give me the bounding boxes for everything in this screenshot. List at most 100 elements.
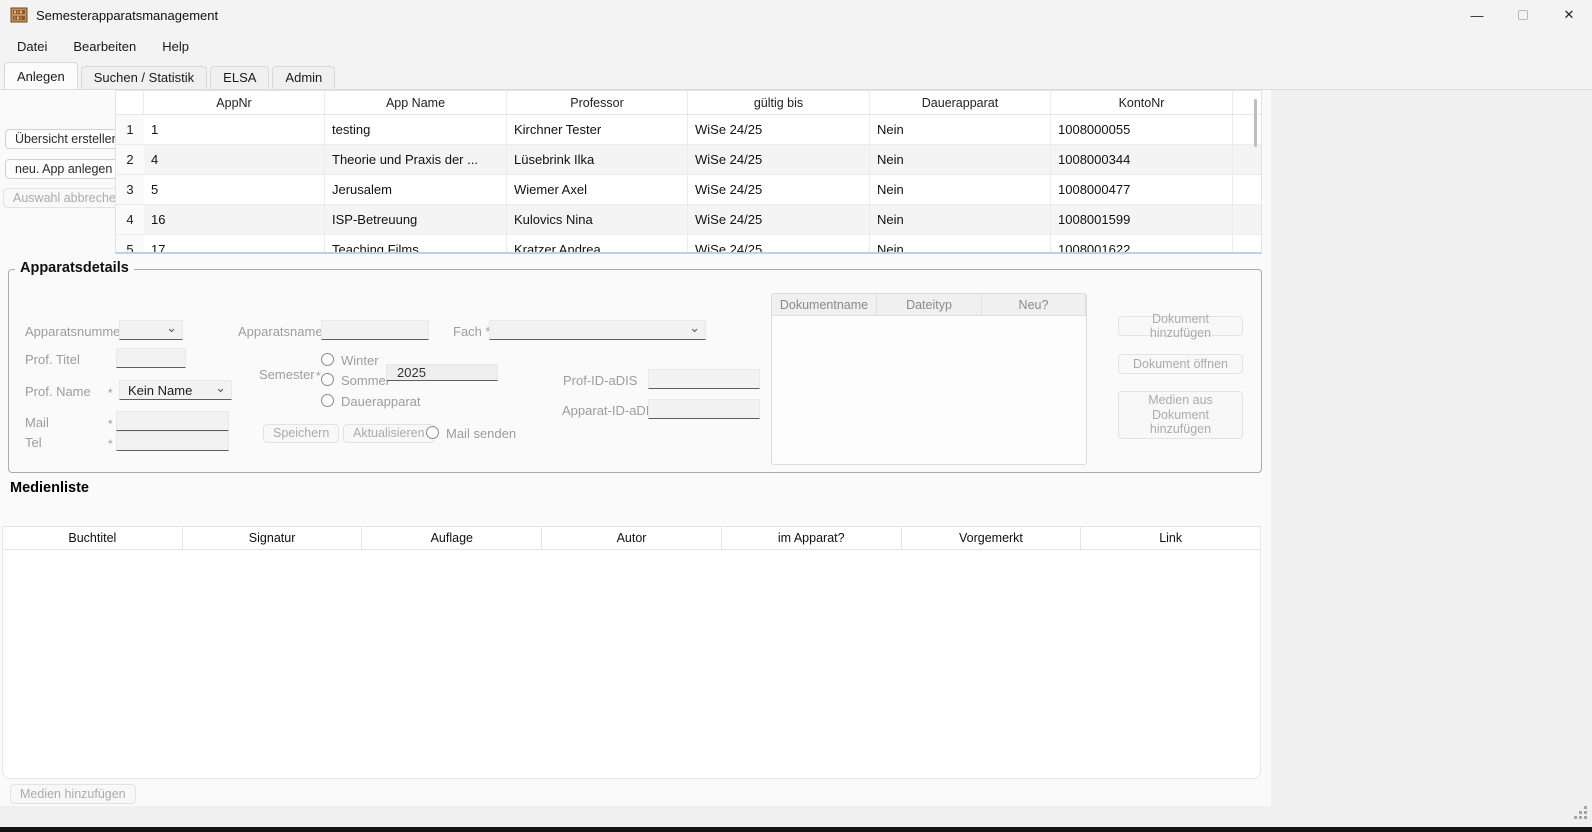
table-row[interactable]: 517Teaching FilmsKratzer AndreaWiSe 24/2… (116, 235, 1261, 254)
medien-col-vorgemerkt[interactable]: Vorgemerkt (902, 527, 1082, 549)
dokumente-table: DokumentnameDateitypNeu? (771, 293, 1087, 465)
tel-label: Tel (25, 435, 42, 450)
cell: 1008000344 (1051, 145, 1233, 174)
tab-suchen-statistik[interactable]: Suchen / Statistik (81, 66, 207, 89)
cell: Wiemer Axel (507, 175, 688, 204)
auswahl-abbrechen-button[interactable]: Auswahl abbrechen (3, 188, 133, 208)
apps-col-professor[interactable]: Professor (507, 91, 688, 114)
doc-col-neu?[interactable]: Neu? (982, 294, 1086, 315)
prof-titel-label: Prof. Titel (25, 352, 80, 367)
menu-item-help[interactable]: Help (149, 33, 202, 60)
tab-elsa[interactable]: ELSA (210, 66, 269, 89)
tab-admin[interactable]: Admin (272, 66, 335, 89)
apps-col-kontonr[interactable]: KontoNr (1051, 91, 1233, 114)
apps-col-appnr[interactable]: AppNr (144, 91, 325, 114)
dokument-öffnen-button[interactable]: Dokument öffnen (1118, 354, 1243, 374)
tab-anlegen[interactable]: Anlegen (4, 62, 78, 89)
mail-senden-radio[interactable] (426, 426, 439, 439)
tel-input[interactable] (116, 431, 229, 451)
medien-aus-dokument-hinzufügen-button[interactable]: Medien aus Dokument hinzufügen (1118, 391, 1243, 439)
cell: WiSe 24/25 (688, 115, 870, 144)
aktualisieren-button[interactable]: Aktualisieren (343, 424, 435, 443)
resize-grip[interactable] (1572, 804, 1587, 819)
mail-input[interactable] (116, 411, 229, 431)
maximize-button[interactable] (1500, 0, 1546, 30)
mail-label: Mail (25, 415, 49, 430)
apps-table-scrollbar[interactable] (1254, 99, 1257, 147)
prof-id-adis-label: Prof-ID-aDIS (563, 373, 637, 388)
doc-buttons: Dokument hinzufügen Dokument öffnen Medien… (1118, 270, 1243, 472)
apps-table: AppNrApp NameProfessorgültig bisDauerapp… (115, 90, 1262, 254)
cell: 17 (144, 235, 325, 254)
table-row[interactable]: 35JerusalemWiemer AxelWiSe 24/25Nein1008… (116, 175, 1261, 205)
prof-name-value: Kein Name (120, 383, 215, 398)
minimize-icon: — (1471, 8, 1484, 23)
apparatsname-input[interactable] (321, 320, 429, 340)
medien-col-autor[interactable]: Autor (542, 527, 722, 549)
prof-titel-input[interactable] (116, 348, 186, 368)
medienliste-table: BuchtitelSignaturAuflageAutorim Apparat?… (2, 526, 1261, 779)
apps-col-app-name[interactable]: App Name (325, 91, 507, 114)
medien-col-signatur[interactable]: Signatur (183, 527, 363, 549)
fach-combobox[interactable]: ⌄ (489, 320, 706, 340)
tab-page-anlegen: Übersicht erstellen neu. App anlegen Auswa… (0, 89, 1271, 806)
window-title: Semesterapparatsmanagement (36, 8, 218, 23)
apps-col-dauerapparat[interactable]: Dauerapparat (870, 91, 1051, 114)
cell: 1008000055 (1051, 115, 1233, 144)
doc-col-dokumentname[interactable]: Dokumentname (772, 294, 877, 315)
mail-required-marker: * (108, 417, 113, 431)
row-number: 4 (116, 205, 144, 234)
cell: 1 (144, 115, 325, 144)
neu-app-anlegen-button[interactable]: neu. App anlegen (5, 159, 122, 179)
cell: Nein (870, 175, 1051, 204)
row-number: 5 (116, 235, 144, 254)
table-row[interactable]: 416ISP-BetreuungKulovics NinaWiSe 24/25N… (116, 205, 1261, 235)
apps-col-gültig-bis[interactable]: gültig bis (688, 91, 870, 114)
apps-table-head: AppNrApp NameProfessorgültig bisDauerapp… (116, 91, 1261, 115)
winter-radio[interactable] (321, 353, 334, 366)
medien-col-link[interactable]: Link (1081, 527, 1260, 549)
dokument-hinzufügen-button[interactable]: Dokument hinzufügen (1118, 316, 1243, 336)
menu-item-bearbeiten[interactable]: Bearbeiten (60, 33, 149, 60)
medien-col-buchtitel[interactable]: Buchtitel (3, 527, 183, 549)
cell: 1008001599 (1051, 205, 1233, 234)
apparatsname-label: Apparatsname * (238, 324, 331, 339)
apparat-id-adis-input[interactable] (648, 399, 760, 419)
medien-table-head: BuchtitelSignaturAuflageAutorim Apparat?… (3, 527, 1260, 550)
übersicht-erstellen-button[interactable]: Übersicht erstellen (5, 129, 129, 149)
app-icon (10, 6, 28, 24)
doc-table-head: DokumentnameDateitypNeu? (772, 294, 1086, 316)
table-row[interactable]: 11testingKirchner TesterWiSe 24/25Nein10… (116, 115, 1261, 145)
cell: Nein (870, 115, 1051, 144)
close-button[interactable]: ✕ (1546, 0, 1592, 30)
dauerapparat-radio[interactable] (321, 394, 334, 407)
title-bar: Semesterapparatsmanagement — ✕ (0, 0, 1592, 30)
cell: 5 (144, 175, 325, 204)
table-row[interactable]: 24Theorie und Praxis der ...Lüsebrink Il… (116, 145, 1261, 175)
cell: Kirchner Tester (507, 115, 688, 144)
menu-item-datei[interactable]: Datei (4, 33, 60, 60)
cell: 16 (144, 205, 325, 234)
cell: Theorie und Praxis der ... (325, 145, 507, 174)
medien-hinzufuegen-button[interactable]: Medien hinzufügen (10, 784, 136, 804)
prof-id-adis-input[interactable] (648, 369, 760, 389)
semester-label: Semester (259, 367, 315, 382)
cell: Kratzer Andrea (507, 235, 688, 254)
tabstrip: AnlegenSuchen / StatistikELSAAdmin (0, 62, 1592, 89)
minimize-button[interactable]: — (1454, 0, 1500, 30)
apparatsnummer-combobox[interactable]: ⌄ (119, 320, 183, 340)
prof-name-combobox[interactable]: Kein Name⌄ (119, 380, 232, 400)
semester-jahr-input[interactable]: 2025 (386, 364, 498, 381)
status-strip (0, 806, 1592, 827)
sommer-radio[interactable] (321, 373, 334, 386)
speichern-button[interactable]: Speichern (263, 424, 339, 443)
medien-col-auflage[interactable]: Auflage (362, 527, 542, 549)
row-number: 1 (116, 115, 144, 144)
cell: Kulovics Nina (507, 205, 688, 234)
medienliste-title: Medienliste (10, 480, 89, 496)
medien-col-im-apparat?[interactable]: im Apparat? (722, 527, 902, 549)
mail-senden-label: Mail senden (446, 426, 516, 441)
doc-col-dateityp[interactable]: Dateityp (877, 294, 982, 315)
cell: Lüsebrink Ilka (507, 145, 688, 174)
chevron-down-icon: ⌄ (215, 384, 226, 392)
